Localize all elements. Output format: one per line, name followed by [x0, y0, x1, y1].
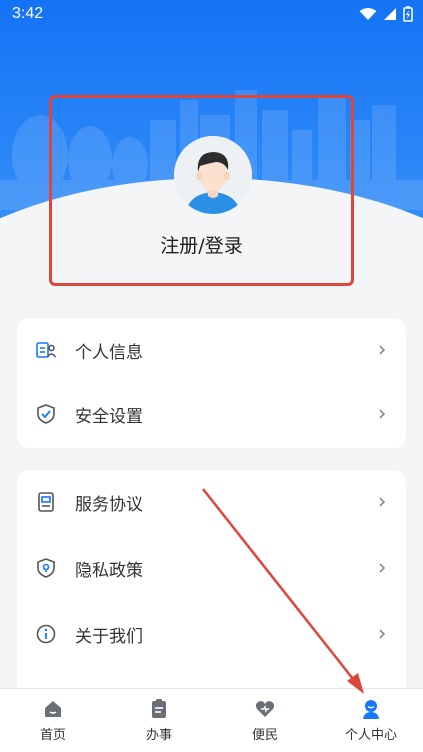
chevron-right-icon: [379, 497, 386, 507]
info-icon: [36, 624, 56, 644]
shield-check-icon: [37, 404, 55, 424]
profile-login-area[interactable]: 注册/登录: [49, 95, 354, 286]
avatar[interactable]: [174, 136, 252, 214]
menu-item-label: 安全设置: [75, 406, 143, 427]
menu-item-label: 隐私政策: [75, 560, 143, 581]
login-register-link[interactable]: 注册/登录: [52, 231, 351, 258]
tab-label: 首页: [39, 728, 66, 743]
menu-item-about-us[interactable]: 关于我们: [17, 602, 406, 666]
privacy-shield-icon: [37, 558, 55, 578]
menu-item-personal-info[interactable]: 个人信息: [17, 318, 406, 382]
id-card-icon: [36, 342, 57, 358]
tab-services[interactable]: 办事: [106, 689, 212, 752]
home-icon: [45, 701, 61, 717]
heart-icon: [255, 701, 275, 717]
chevron-right-icon: [379, 345, 386, 355]
menu-item-label: 个人信息: [75, 342, 143, 363]
menu-item-privacy-policy[interactable]: 隐私政策: [17, 536, 406, 600]
tab-home[interactable]: 首页: [0, 689, 106, 752]
chevron-right-icon: [379, 409, 386, 419]
tab-label: 个人中心: [344, 728, 397, 743]
chevron-right-icon: [379, 629, 386, 639]
menu-item-label: 关于我们: [75, 626, 143, 647]
chevron-right-icon: [379, 563, 386, 573]
account-menu-card: 个人信息 安全设置: [17, 318, 406, 448]
status-time: 3:42: [12, 5, 44, 22]
tab-personal-center[interactable]: 个人中心: [318, 689, 423, 752]
signal-icon: [384, 8, 396, 20]
tab-convenience[interactable]: 便民: [212, 689, 318, 752]
tab-label: 便民: [251, 728, 278, 743]
bottom-tab-bar: 首页 办事 便民 个人中心: [0, 688, 423, 752]
default-avatar-icon: [174, 136, 252, 214]
menu-item-security-settings[interactable]: 安全设置: [17, 382, 406, 446]
clipboard-icon: [152, 699, 166, 718]
user-icon: [363, 700, 379, 719]
menu-item-label: 服务协议: [75, 494, 143, 515]
wifi-icon: [359, 8, 377, 20]
battery-charging-icon: [403, 6, 413, 22]
document-icon: [38, 492, 54, 512]
tab-label: 办事: [145, 728, 172, 743]
menu-item-service-agreement[interactable]: 服务协议: [17, 470, 406, 534]
status-bar: 3:42: [0, 0, 423, 30]
info-menu-card: 服务协议 隐私政策 关于我们: [17, 470, 406, 700]
